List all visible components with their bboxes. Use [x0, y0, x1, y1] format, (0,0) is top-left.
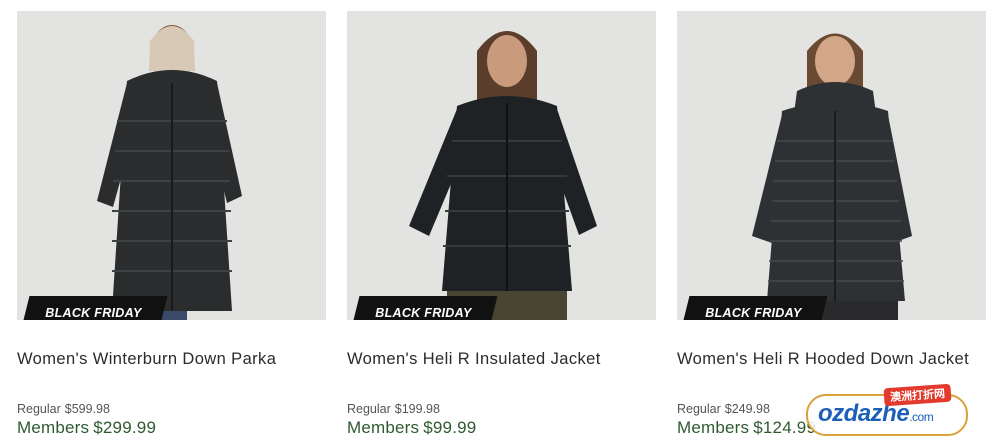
member-label: Members	[347, 418, 420, 437]
product-name[interactable]: Women's Winterburn Down Parka	[17, 349, 326, 393]
product-image[interactable]: BLACK FRIDAY	[347, 11, 656, 320]
badge-label: BLACK FRIDAY	[45, 306, 142, 320]
product-name[interactable]: Women's Heli R Insulated Jacket	[347, 349, 656, 393]
regular-label: Regular	[347, 402, 391, 416]
badge-label: BLACK FRIDAY	[705, 306, 802, 320]
product-photo-figure	[409, 31, 597, 320]
black-friday-badge: BLACK FRIDAY	[21, 296, 168, 320]
regular-price: $199.98	[394, 402, 440, 416]
member-label: Members	[677, 418, 750, 437]
product-photo-figure	[752, 33, 912, 320]
product-grid: BLACK FRIDAY Women's Winterburn Down Par…	[0, 0, 992, 441]
product-card[interactable]: BLACK FRIDAY Women's Heli R Hooded Down …	[677, 11, 986, 438]
watermark-brand: ozdazhe.com	[818, 400, 934, 428]
member-price: $99.99	[423, 418, 477, 437]
product-image[interactable]: BLACK FRIDAY	[677, 11, 986, 320]
black-friday-badge: BLACK FRIDAY	[351, 296, 498, 320]
member-price-row: Members $299.99	[17, 418, 326, 438]
site-watermark: ozdazhe.com 澳洲打折网	[806, 383, 968, 436]
regular-label: Regular	[17, 402, 61, 416]
regular-price-row: Regular $199.98	[347, 402, 656, 417]
member-label: Members	[17, 418, 90, 437]
badge-label: BLACK FRIDAY	[375, 306, 472, 320]
watermark-domain: .com	[909, 410, 934, 424]
regular-price: $599.98	[64, 402, 110, 416]
regular-label: Regular	[677, 402, 721, 416]
regular-price: $249.98	[724, 402, 770, 416]
regular-price-row: Regular $599.98	[17, 402, 326, 417]
product-card[interactable]: BLACK FRIDAY Women's Winterburn Down Par…	[17, 11, 326, 438]
black-friday-badge: BLACK FRIDAY	[681, 296, 828, 320]
member-price: $299.99	[93, 418, 157, 437]
product-card[interactable]: BLACK FRIDAY Women's Heli R Insulated Ja…	[347, 11, 656, 438]
member-price-row: Members $99.99	[347, 418, 656, 438]
product-image[interactable]: BLACK FRIDAY	[17, 11, 326, 320]
product-photo-figure	[97, 25, 242, 320]
